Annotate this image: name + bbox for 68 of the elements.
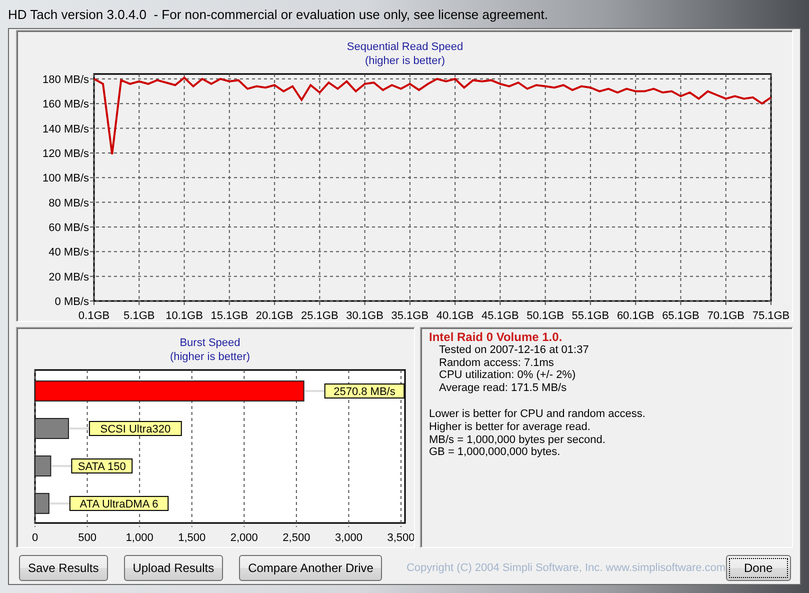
note-line: Higher is better for average read. (429, 420, 592, 434)
axis-label: 3,000 (334, 532, 362, 544)
y-tick-label: 2570.8 MB/s (334, 386, 396, 398)
axis-label: 60 MB/s (48, 222, 89, 234)
axis-label: 2,000 (230, 532, 258, 544)
axis-label: 60.1GB (616, 310, 654, 321)
axis-label: 75.1GB (752, 310, 790, 321)
axis-label: 100 MB/s (42, 172, 89, 185)
axis-label: 5.1GB (124, 310, 155, 321)
leader-line (50, 502, 70, 504)
axis-label: 40 MB/s (48, 246, 89, 259)
action-button[interactable]: Upload Results (124, 555, 224, 581)
bar-label: 2570.8 MB/s (324, 384, 405, 398)
note-line: MB/s = 1,000,000 bytes per second. (429, 434, 606, 446)
axis-label: 1,500 (178, 532, 206, 544)
bar (34, 455, 52, 476)
axis-label: 3,500 (387, 532, 414, 544)
y-tick-label: SATA 150 (78, 460, 126, 473)
chart-title: Burst Speed (180, 337, 240, 349)
axis-label: 25.1GB (301, 310, 338, 321)
axis-label: 2,500 (282, 532, 310, 544)
bar-label: ATA UltraDMA 6 (69, 496, 169, 511)
leader-line (69, 427, 90, 430)
axis-label: 55.1GB (572, 310, 610, 321)
action-button[interactable]: Compare Another Drive (239, 555, 382, 581)
axis-label: 35.1GB (391, 310, 429, 321)
leader-line (52, 464, 72, 467)
chart-title: Sequential Read Speed (346, 41, 464, 53)
axis-label: 30.1GB (346, 310, 384, 321)
axis-label: 40.1GB (436, 310, 474, 321)
note-line: GB = 1,000,000,000 bytes. (429, 446, 562, 460)
chart-subtitle: (higher is better) (364, 55, 446, 67)
axis-label: 120 MB/s (42, 148, 89, 160)
window-title: HD Tach version 3.0.4.0 - For non-commercial or evaluation use only, see license agreement. (8, 6, 548, 22)
chart-subtitle: (higher is better) (170, 351, 250, 363)
axis-label: 140 MB/s (42, 123, 89, 136)
axis-label: 20 MB/s (48, 271, 89, 284)
done-button[interactable]: Done (726, 555, 791, 581)
drive-name: Intel Raid 0 Volume 1.0. (429, 331, 564, 344)
y-tick-label: SCSI Ultra320 (100, 423, 171, 436)
axis-label: 50.1GB (526, 310, 564, 321)
axis-label: 0 (32, 532, 38, 544)
axis-label: 160 MB/s (42, 98, 89, 111)
axis-label: 0.1GB (78, 310, 110, 321)
leader-line (304, 390, 325, 392)
bar-label: SATA 150 (71, 458, 133, 474)
note-line: Lower is better for CPU and random access. (429, 408, 646, 421)
bar-label: SCSI Ultra320 (88, 420, 182, 436)
axis-label: 500 (78, 532, 96, 544)
axis-label: 10.1GB (166, 310, 203, 321)
axis-label: 80 MB/s (48, 197, 89, 210)
axis-label: 70.1GB (707, 310, 745, 321)
axis-label: 180 MB/s (42, 74, 89, 86)
bar (34, 492, 50, 514)
axis-label: 20.1GB (256, 310, 294, 321)
axis-label: 15.1GB (210, 310, 248, 321)
axis-label: 65.1GB (662, 310, 700, 321)
y-tick-label: ATA UltraDMA 6 (80, 498, 158, 510)
axis-label: 1,000 (126, 532, 154, 544)
action-button[interactable]: Save Results (19, 555, 108, 581)
bar (34, 418, 69, 439)
result-line: Average read: 171.5 MB/s (438, 382, 568, 395)
result-line: Random access: 7.1ms (438, 356, 555, 370)
result-line: Tested on 2007-12-16 at 01:37 (438, 344, 590, 357)
result-line: CPU utilization: 0% (+/- 2%) (438, 369, 577, 382)
copyright-text: Copyright (C) 2004 Simpli Software, Inc. www.simplisoftware.com (406, 562, 726, 574)
axis-label: 0 MB/s (54, 296, 89, 308)
axis-label: 45.1GB (482, 310, 519, 321)
